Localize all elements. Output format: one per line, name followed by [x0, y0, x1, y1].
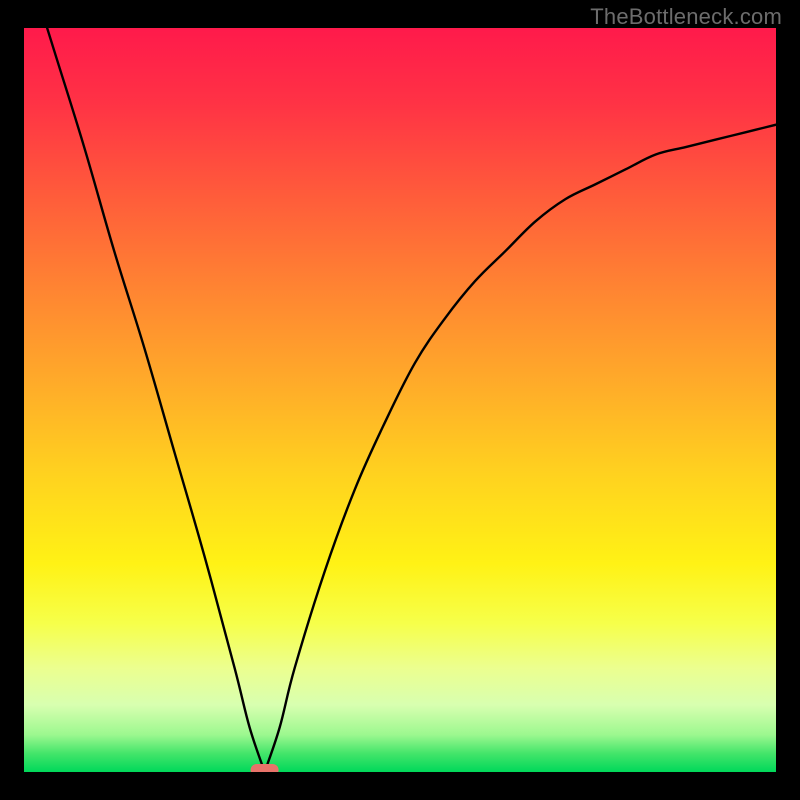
cusp-marker: [251, 764, 279, 772]
chart-frame: TheBottleneck.com: [0, 0, 800, 800]
plot-area: [24, 28, 776, 772]
watermark-text: TheBottleneck.com: [590, 4, 782, 30]
gradient-background: [24, 28, 776, 772]
chart-svg: [24, 28, 776, 772]
